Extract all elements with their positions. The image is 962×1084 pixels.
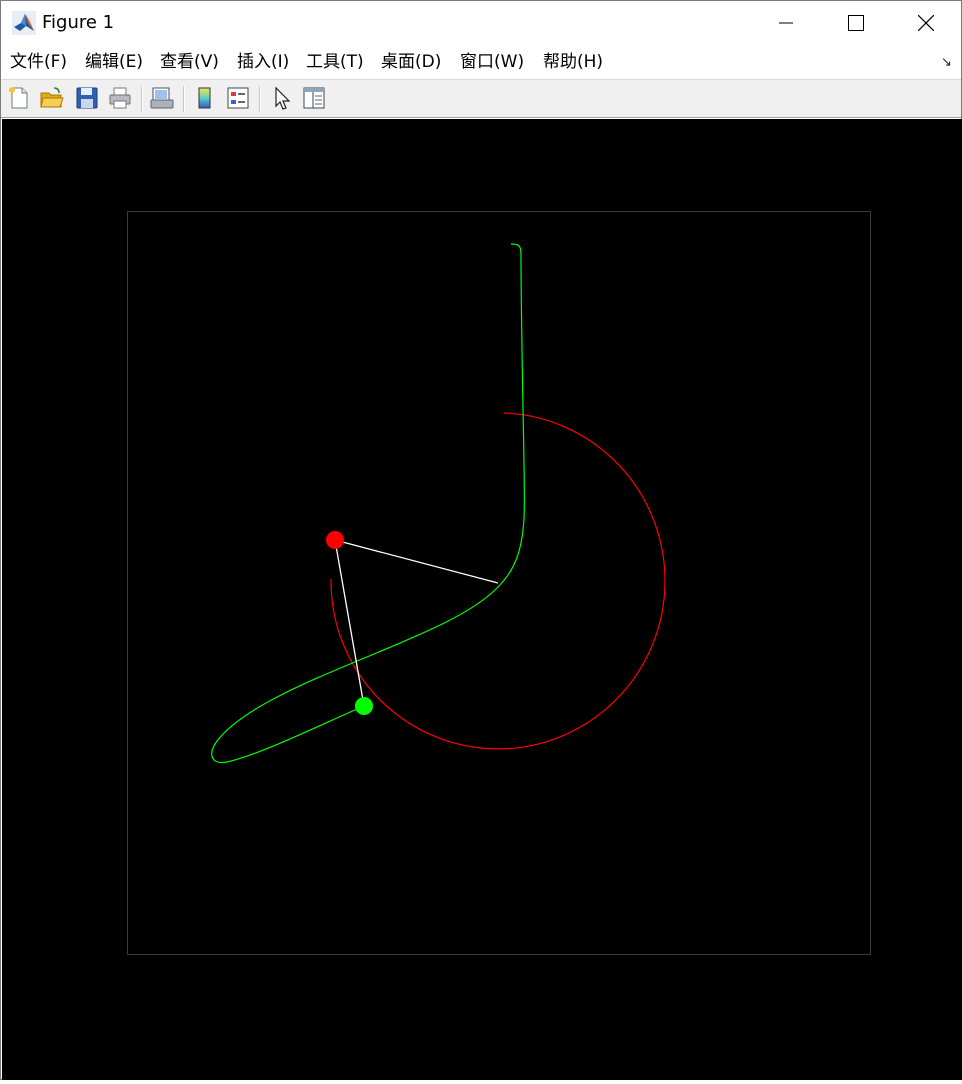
print-icon[interactable] — [107, 85, 133, 111]
toolbar-separator — [141, 86, 143, 112]
maximize-button[interactable] — [821, 1, 891, 45]
menu-bar: 文件(F) 编辑(E) 查看(V) 插入(I) 工具(T) 桌面(D) 窗口(W… — [1, 45, 961, 79]
edit-plot-icon[interactable] — [269, 85, 295, 111]
window-title: Figure 1 — [42, 12, 115, 33]
close-button[interactable] — [891, 1, 961, 45]
insert-colorbar-icon[interactable] — [192, 85, 218, 111]
dock-arrow-icon[interactable]: ↘ — [941, 55, 952, 70]
minimize-button[interactable] — [751, 1, 821, 45]
open-file-icon[interactable] — [39, 85, 65, 111]
new-figure-icon[interactable] — [6, 85, 32, 111]
menu-help[interactable]: 帮助(H) — [542, 51, 604, 73]
menu-insert[interactable]: 插入(I) — [236, 51, 290, 73]
menu-view[interactable]: 查看(V) — [159, 51, 220, 73]
insert-legend-icon[interactable] — [225, 85, 251, 111]
close-icon — [918, 15, 934, 31]
figure-toolbar — [1, 79, 961, 118]
red-bob[interactable] — [326, 531, 344, 549]
save-icon[interactable] — [74, 85, 100, 111]
title-bar[interactable]: Figure 1 — [1, 1, 961, 45]
maximize-icon — [848, 15, 864, 31]
menu-desktop[interactable]: 桌面(D) — [380, 51, 442, 73]
figure-window: Figure 1 文件(F) 编辑(E) 查看(V) 插入(I) 工具(T) 桌… — [0, 0, 962, 1080]
figure-canvas[interactable] — [2, 119, 962, 1080]
menu-window[interactable]: 窗口(W) — [459, 51, 525, 73]
lower-rod — [334, 539, 365, 707]
toolbar-separator — [183, 86, 185, 112]
menu-edit[interactable]: 编辑(E) — [84, 51, 144, 73]
red-arc-trace — [330, 412, 666, 750]
matlab-logo-icon — [12, 11, 36, 35]
minimize-icon — [779, 22, 793, 24]
upper-rod — [334, 539, 499, 584]
menu-tools[interactable]: 工具(T) — [305, 51, 365, 73]
menu-file[interactable]: 文件(F) — [9, 51, 68, 73]
axes-box — [127, 211, 871, 955]
axes[interactable] — [2, 119, 962, 1080]
property-editor-icon[interactable] — [301, 85, 327, 111]
print-preview-icon[interactable] — [149, 85, 175, 111]
green-trail-trace — [211, 243, 526, 764]
toolbar-separator — [259, 86, 261, 112]
green-bob[interactable] — [355, 697, 373, 715]
